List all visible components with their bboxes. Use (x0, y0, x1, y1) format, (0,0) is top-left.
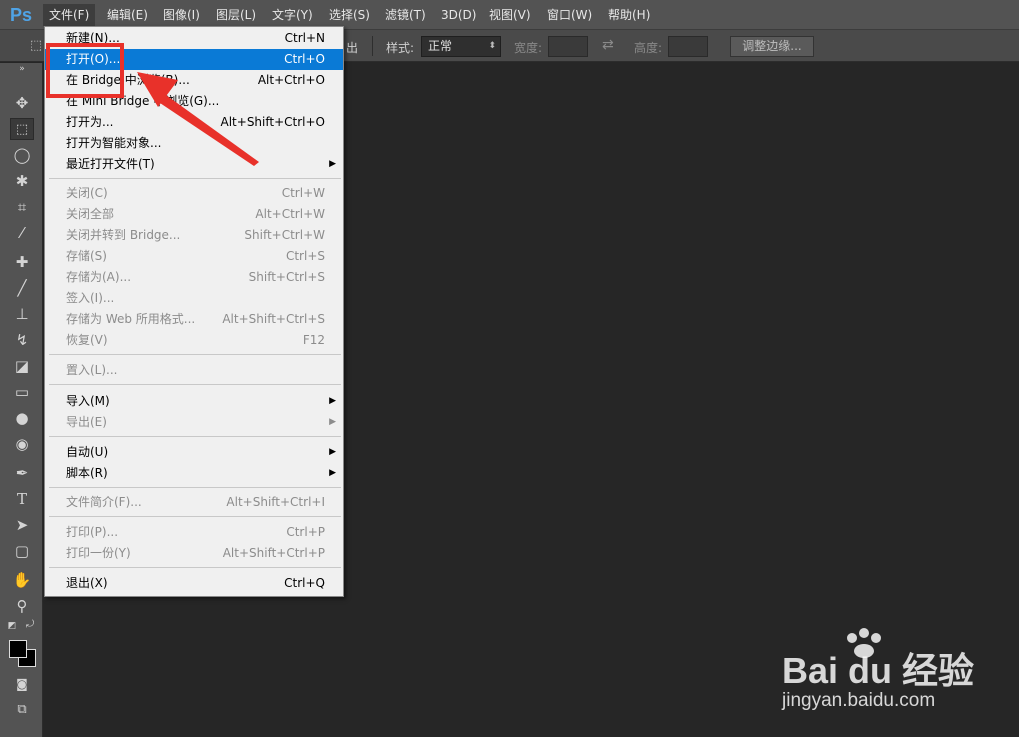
eraser-tool-icon[interactable]: ◪ (10, 355, 34, 377)
menu-item-print-one-copy[interactable]: 打印一份(Y) Alt+Shift+Ctrl+P (45, 543, 343, 564)
submenu-arrow-icon: ▶ (329, 396, 336, 406)
photoshop-logo: Ps (9, 5, 33, 25)
menu-filter[interactable]: 滤镜(T) (379, 4, 432, 26)
watermark-brand: Bai du 经验 (782, 650, 975, 691)
menu-type[interactable]: 文字(Y) (266, 4, 319, 26)
menu-separator (49, 567, 341, 568)
lasso-tool-icon[interactable]: ◯ (10, 144, 34, 166)
menu-3d[interactable]: 3D(D) (435, 4, 482, 26)
foreground-color-swatch[interactable] (9, 640, 27, 658)
rectangle-tool-icon[interactable]: ▢ (10, 540, 34, 562)
brush-tool-icon[interactable]: ╱ (10, 277, 34, 299)
menu-edit[interactable]: 编辑(E) (101, 4, 154, 26)
menu-item-revert[interactable]: 恢复(V) F12 (45, 330, 343, 351)
menu-item-open-smart-object[interactable]: 打开为智能对象... (45, 133, 343, 154)
menu-select[interactable]: 选择(S) (323, 4, 376, 26)
menu-item-save-for-web[interactable]: 存储为 Web 所用格式... Alt+Shift+Ctrl+S (45, 309, 343, 330)
menu-separator (49, 354, 341, 355)
menu-item-close[interactable]: 关闭(C) Ctrl+W (45, 183, 343, 204)
style-select-value: 正常 (428, 39, 453, 53)
tools-panel: » ✥ ⬚ ◯ ✱ ⌗ ⁄ ✚ ╱ ⊥ ↯ ◪ ▭ ● ◉ ✒ T ➤ ▢ ✋ … (0, 63, 43, 737)
type-tool-icon[interactable]: T (10, 488, 34, 510)
submenu-arrow-icon: ▶ (329, 159, 336, 169)
style-select[interactable]: 正常 ⬍ (421, 36, 501, 57)
menu-separator (49, 436, 341, 437)
options-divider (372, 36, 373, 56)
menu-item-export[interactable]: 导出(E) ▶ (45, 412, 343, 433)
crop-tool-icon[interactable]: ⌗ (10, 196, 34, 218)
clone-stamp-tool-icon[interactable]: ⊥ (10, 303, 34, 325)
width-label: 宽度: (514, 41, 543, 55)
annotation-highlight-box (46, 43, 124, 98)
menu-separator (49, 516, 341, 517)
swap-colors-icon[interactable]: ⤾ (24, 619, 36, 631)
submenu-arrow-icon: ▶ (329, 468, 336, 478)
pen-tool-icon[interactable]: ✒ (10, 462, 34, 484)
menu-file[interactable]: 文件(F) (43, 4, 96, 26)
menu-item-close-go-bridge[interactable]: 关闭并转到 Bridge... Shift+Ctrl+W (45, 225, 343, 246)
style-label: 样式: (386, 41, 415, 55)
menu-item-close-all[interactable]: 关闭全部 Alt+Ctrl+W (45, 204, 343, 225)
hand-tool-icon[interactable]: ✋ (10, 569, 34, 591)
menu-item-save-as[interactable]: 存储为(A)... Shift+Ctrl+S (45, 267, 343, 288)
dodge-tool-icon[interactable]: ◉ (10, 433, 34, 455)
history-brush-tool-icon[interactable]: ↯ (10, 329, 34, 351)
move-tool-icon[interactable]: ✥ (10, 92, 34, 114)
magic-wand-tool-icon[interactable]: ✱ (10, 170, 34, 192)
panel-collapse-icon[interactable]: » (10, 63, 34, 75)
menu-item-scripts[interactable]: 脚本(R) ▶ (45, 463, 343, 484)
menu-item-exit[interactable]: 退出(X) Ctrl+Q (45, 573, 343, 594)
quick-mask-icon[interactable]: ◙ (10, 673, 34, 695)
default-colors-icon[interactable]: ◩ (6, 620, 18, 632)
swap-icon[interactable]: ⇄ (602, 37, 614, 53)
submenu-arrow-icon: ▶ (329, 417, 336, 427)
file-menu-dropdown: 新建(N)... Ctrl+N 打开(O)... Ctrl+O 在 Bridge… (44, 26, 344, 597)
height-label: 高度: (634, 41, 663, 55)
menu-help[interactable]: 帮助(H) (602, 4, 656, 26)
menu-layer[interactable]: 图层(L) (210, 4, 262, 26)
marquee-tool-icon[interactable]: ⬚ (10, 118, 34, 140)
menu-item-automate[interactable]: 自动(U) ▶ (45, 442, 343, 463)
menu-item-place[interactable]: 置入(L)... (45, 360, 343, 381)
menu-item-save[interactable]: 存储(S) Ctrl+S (45, 246, 343, 267)
zoom-tool-icon[interactable]: ⚲ (10, 595, 34, 617)
screen-mode-icon[interactable]: ⧉ (10, 699, 34, 721)
menu-window[interactable]: 窗口(W) (541, 4, 598, 26)
path-selection-tool-icon[interactable]: ➤ (10, 514, 34, 536)
menu-image[interactable]: 图像(I) (157, 4, 206, 26)
eyedropper-tool-icon[interactable]: ⁄ (10, 222, 34, 244)
menu-item-print[interactable]: 打印(P)... Ctrl+P (45, 522, 343, 543)
menu-item-import[interactable]: 导入(M) ▶ (45, 391, 343, 412)
menu-separator (49, 384, 341, 385)
options-partial-label: 出 (346, 41, 359, 55)
menu-item-file-info[interactable]: 文件简介(F)... Alt+Shift+Ctrl+I (45, 492, 343, 513)
width-input[interactable] (548, 36, 588, 57)
menu-item-open-as[interactable]: 打开为... Alt+Shift+Ctrl+O (45, 112, 343, 133)
select-arrows-icon: ⬍ (488, 41, 496, 51)
menu-view[interactable]: 视图(V) (483, 4, 537, 26)
blur-tool-icon[interactable]: ● (10, 407, 34, 429)
baidu-jingyan-watermark: Bai du 经验 jingyan.baidu.com (782, 628, 975, 718)
watermark-url: jingyan.baidu.com (782, 690, 936, 711)
height-input[interactable] (668, 36, 708, 57)
menu-item-open-recent[interactable]: 最近打开文件(T) ▶ (45, 154, 343, 175)
menu-item-check-in[interactable]: 签入(I)... (45, 288, 343, 309)
menu-separator (49, 178, 341, 179)
menu-separator (49, 487, 341, 488)
refine-edge-button[interactable]: 调整边缘... (730, 36, 814, 57)
gradient-tool-icon[interactable]: ▭ (10, 381, 34, 403)
healing-brush-tool-icon[interactable]: ✚ (10, 251, 34, 273)
submenu-arrow-icon: ▶ (329, 447, 336, 457)
